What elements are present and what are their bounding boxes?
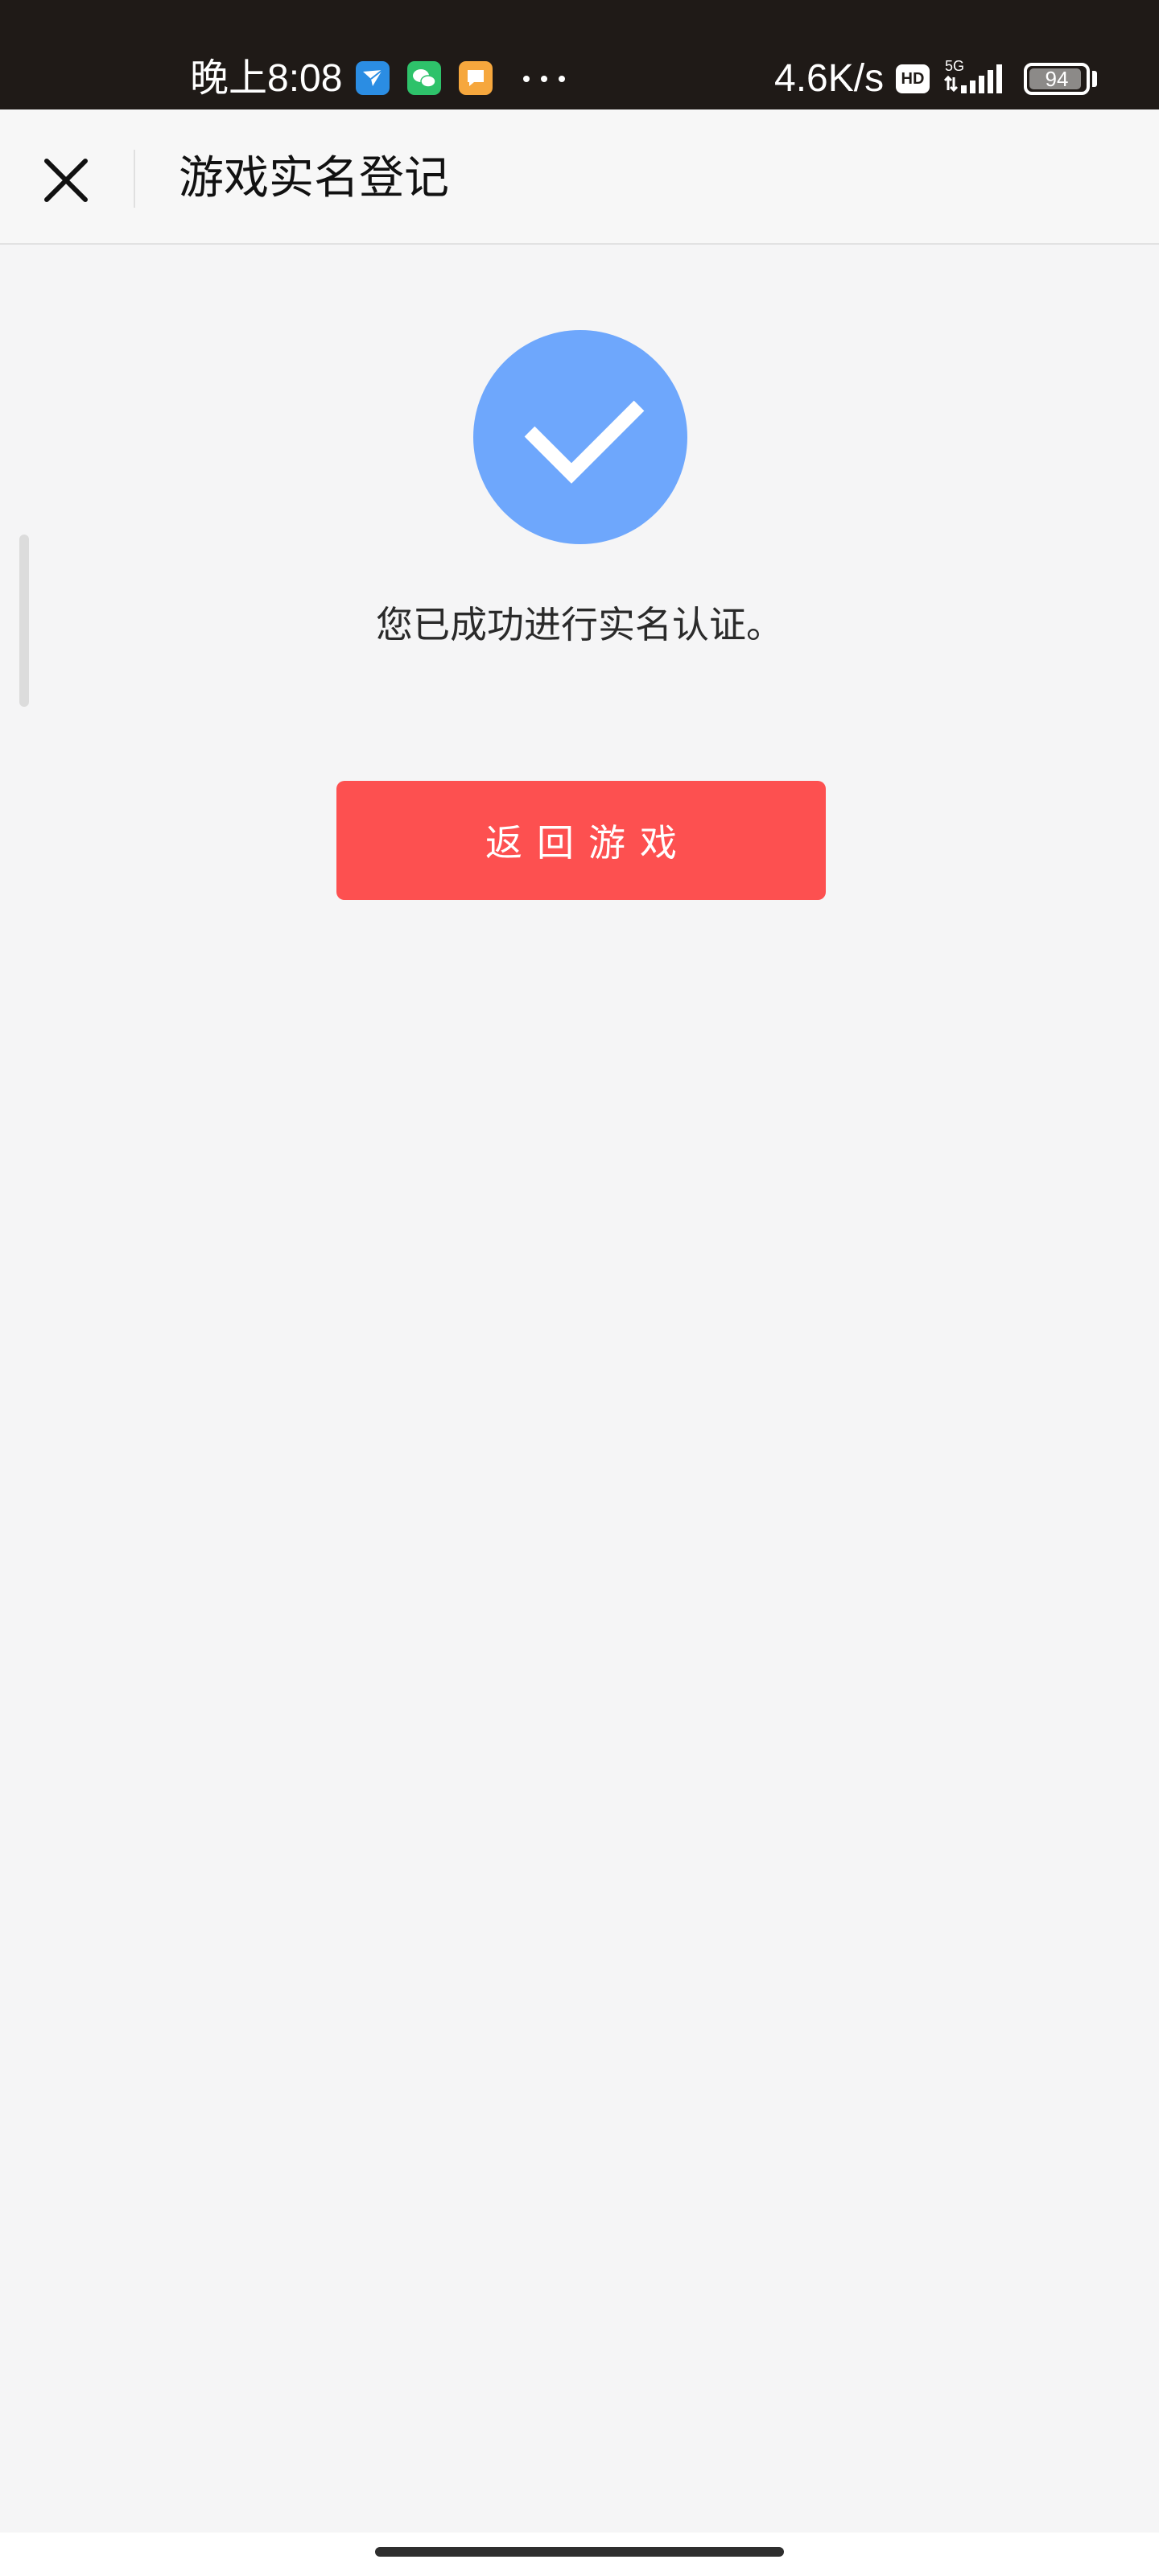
status-time: 晚上8:08 <box>190 57 343 100</box>
home-indicator[interactable] <box>375 2547 784 2557</box>
return-to-game-button[interactable]: 返回游戏 <box>336 781 826 900</box>
close-icon <box>44 159 88 202</box>
message-icon <box>459 61 493 95</box>
network-speed: 4.6K/s <box>774 57 885 100</box>
battery-tip <box>1092 71 1097 87</box>
battery-percentage: 94 <box>1045 67 1069 91</box>
hd-badge: HD <box>896 64 930 93</box>
network-type: 5G <box>945 58 964 74</box>
status-bar: 晚上8:08 4.6K/s HD 5G 94 <box>0 0 1159 109</box>
header-divider <box>134 150 135 208</box>
title-bar: 游戏实名登记 <box>0 109 1159 245</box>
signal-icon: 5G <box>942 58 1009 97</box>
wechat-icon <box>407 61 441 95</box>
airmail-icon <box>356 61 390 95</box>
success-message: 您已成功进行实名认证。 <box>376 603 783 646</box>
battery-icon: 94 <box>1024 63 1090 95</box>
page-title: 游戏实名登记 <box>179 152 449 204</box>
close-button[interactable] <box>35 150 97 211</box>
more-notifications-icon <box>523 76 565 82</box>
success-check-icon <box>473 330 687 544</box>
